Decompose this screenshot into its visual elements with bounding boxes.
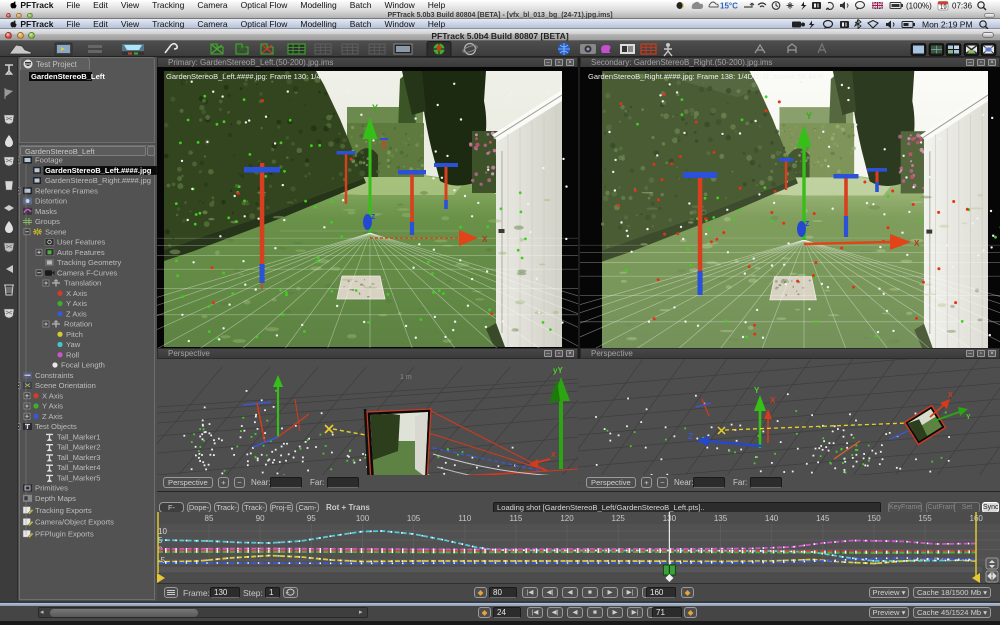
svg-text:10: 10 <box>158 527 167 536</box>
svg-text:Y: Y <box>806 111 812 121</box>
svg-text:Y Axis: Y Axis <box>42 402 63 411</box>
svg-text:85: 85 <box>205 514 214 523</box>
svg-text:yY: yY <box>553 366 563 375</box>
svg-text:Scene: Scene <box>45 227 67 236</box>
svg-text:Pitch: Pitch <box>66 330 83 339</box>
svg-text:95: 95 <box>307 514 316 523</box>
svg-text:Y: Y <box>372 103 378 113</box>
svg-text:GardenStereoB_Right.####.jpg:: GardenStereoB_Right.####.jpg: Frame 138:… <box>588 72 823 81</box>
svg-text:X: X <box>482 235 488 244</box>
svg-text:Distortion: Distortion <box>35 197 67 206</box>
svg-text:125: 125 <box>612 514 626 523</box>
svg-text:115: 115 <box>510 514 523 523</box>
svg-text:(100%): (100%) <box>906 2 932 11</box>
svg-text:Reference Frames: Reference Frames <box>35 186 98 195</box>
svg-text:Camera/Object Exports: Camera/Object Exports <box>35 518 114 527</box>
svg-text:GardenStereoB_Right.####.jpg: GardenStereoB_Right.####.jpg <box>45 176 151 185</box>
svg-text:Translation: Translation <box>64 279 101 288</box>
svg-text:X Axis: X Axis <box>66 289 87 298</box>
svg-text:Y Axis: Y Axis <box>66 299 87 308</box>
svg-text:15°C: 15°C <box>720 2 738 11</box>
svg-text:Z: Z <box>805 221 810 228</box>
svg-text:Scene Orientation: Scene Orientation <box>35 381 96 390</box>
svg-text:150: 150 <box>867 514 881 523</box>
svg-text:Depth Maps: Depth Maps <box>35 494 76 503</box>
svg-text:X Axis: X Axis <box>42 391 63 400</box>
svg-text:Y: Y <box>966 414 971 421</box>
svg-text:07:36: 07:36 <box>952 2 973 11</box>
svg-text:135: 135 <box>714 514 728 523</box>
svg-text:Rotation: Rotation <box>64 320 92 329</box>
svg-text:Groups: Groups <box>35 217 60 226</box>
svg-text:GardenStereoB_Left.####.jpg: GardenStereoB_Left.####.jpg <box>45 166 152 175</box>
svg-text:X: X <box>770 396 776 405</box>
svg-text:Constraints: Constraints <box>35 371 74 380</box>
svg-text:GardenStereoB_Left.####.jpg: F: GardenStereoB_Left.####.jpg: Frame 130: … <box>166 72 396 81</box>
svg-text:145: 145 <box>816 514 830 523</box>
svg-text:Z: Z <box>371 214 376 221</box>
svg-text:Z: Z <box>688 432 693 441</box>
svg-text:105: 105 <box>407 514 421 523</box>
svg-text:Tracking Geometry: Tracking Geometry <box>57 258 121 267</box>
svg-text:X: X <box>551 452 556 459</box>
svg-text:Z Axis: Z Axis <box>66 309 87 318</box>
svg-text:Focal Length: Focal Length <box>61 361 105 370</box>
svg-text:Tall_Marker4: Tall_Marker4 <box>57 463 100 472</box>
svg-text:100: 100 <box>356 514 370 523</box>
svg-text:X: X <box>948 392 953 399</box>
svg-text:Tall_Marker2: Tall_Marker2 <box>57 443 100 452</box>
svg-text:Camera F-Curves: Camera F-Curves <box>57 268 118 277</box>
svg-text:Footage: Footage <box>35 156 63 165</box>
svg-text:Primitives: Primitives <box>35 484 68 493</box>
svg-text:Mon 2:19 PM: Mon 2:19 PM <box>922 20 973 30</box>
svg-text:Tall_Marker1: Tall_Marker1 <box>57 432 100 441</box>
svg-text:Tracking Exports: Tracking Exports <box>35 506 92 515</box>
svg-text:110: 110 <box>458 514 471 523</box>
svg-text:Masks: Masks <box>35 207 57 216</box>
svg-text:140: 140 <box>765 514 779 523</box>
svg-text:PFPlugin Exports: PFPlugin Exports <box>35 529 94 538</box>
svg-text:Roll: Roll <box>66 350 79 359</box>
svg-text:1 m: 1 m <box>400 374 412 381</box>
svg-text:Tall_Marker3: Tall_Marker3 <box>57 453 100 462</box>
svg-text:Test Objects: Test Objects <box>35 422 77 431</box>
svg-text:120: 120 <box>560 514 574 523</box>
svg-text:Y: Y <box>754 386 760 395</box>
svg-text:Tall_Marker5: Tall_Marker5 <box>57 473 100 482</box>
svg-text:90: 90 <box>256 514 265 523</box>
svg-text:X: X <box>914 239 920 248</box>
svg-text:Yaw: Yaw <box>66 340 81 349</box>
svg-text:155: 155 <box>918 514 932 523</box>
svg-text:Z Axis: Z Axis <box>42 412 63 421</box>
svg-text:Auto Features: Auto Features <box>57 248 105 257</box>
svg-text:User Features: User Features <box>57 238 105 247</box>
